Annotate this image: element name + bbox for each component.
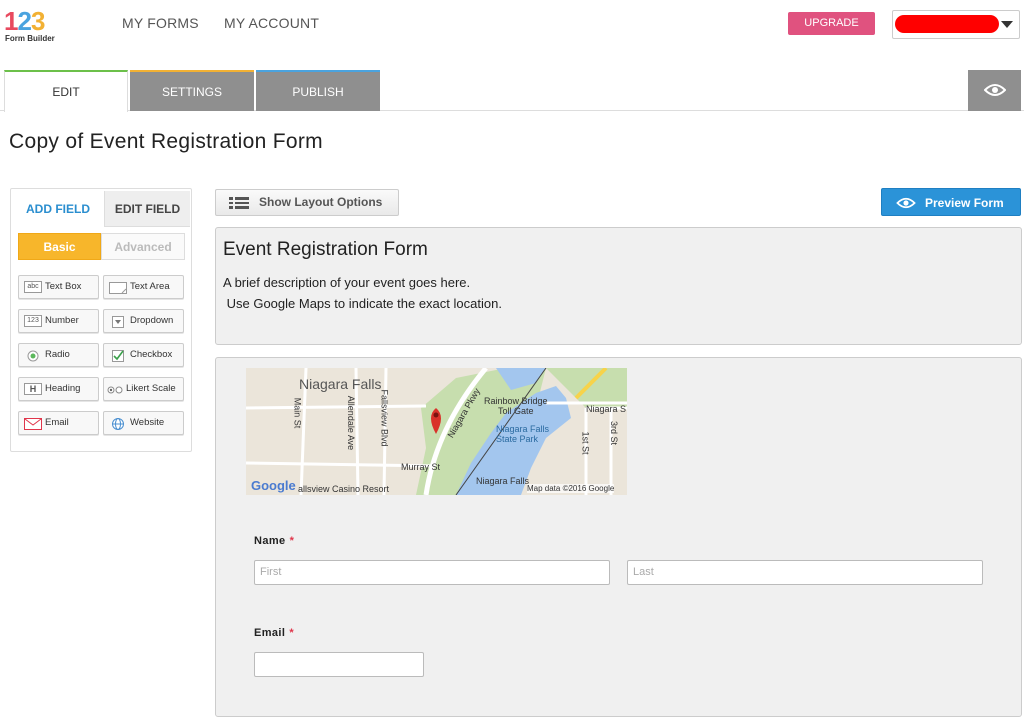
- logo-subtitle: Form Builder: [5, 34, 55, 43]
- field-panel: ADD FIELD EDIT FIELD Basic Advanced abc …: [10, 188, 192, 452]
- number-icon: 123: [24, 315, 42, 327]
- preview-form-label: Preview Form: [925, 196, 1004, 210]
- field-likert-scale[interactable]: Likert Scale: [103, 377, 184, 401]
- field-label: Text Area: [130, 281, 170, 292]
- field-label: Radio: [45, 349, 70, 360]
- radio-icon: [24, 349, 42, 362]
- show-layout-options-button[interactable]: Show Layout Options: [215, 189, 399, 216]
- layout-list-icon: [229, 197, 249, 209]
- main-tabs: EDIT SETTINGS PUBLISH: [0, 70, 1024, 112]
- globe-icon: [109, 417, 127, 430]
- field-text-box[interactable]: abc Text Box: [18, 275, 99, 299]
- field-radio[interactable]: Radio: [18, 343, 99, 367]
- account-name: [895, 15, 999, 33]
- field-label: Text Box: [45, 281, 82, 292]
- envelope-icon: [24, 417, 42, 430]
- field-label: Number: [45, 315, 79, 326]
- map-label-bridge: Rainbow Bridge Toll Gate: [484, 396, 548, 416]
- heading-icon: H: [24, 383, 42, 395]
- nav-my-forms[interactable]: MY FORMS: [122, 15, 199, 31]
- tab-add-field[interactable]: ADD FIELD: [13, 191, 103, 227]
- logo[interactable]: 123 Form Builder: [4, 6, 60, 46]
- tab-publish[interactable]: PUBLISH: [256, 70, 380, 111]
- field-website[interactable]: Website: [103, 411, 184, 435]
- map-label-niagara-s: Niagara S: [586, 404, 627, 414]
- required-mark: *: [289, 535, 295, 547]
- form-title: Event Registration Form: [223, 239, 428, 260]
- checkbox-icon: [109, 349, 127, 362]
- tab-settings[interactable]: SETTINGS: [130, 70, 254, 111]
- map-label-park: Niagara Falls State Park: [496, 424, 550, 444]
- preview-tab[interactable]: [968, 70, 1021, 111]
- field-checkbox[interactable]: Checkbox: [103, 343, 184, 367]
- map-attribution: Map data ©2016 Google: [527, 484, 615, 493]
- abc-icon: abc: [24, 281, 42, 293]
- field-email[interactable]: Email: [18, 411, 99, 435]
- nav-my-account[interactable]: MY ACCOUNT: [224, 15, 319, 31]
- google-map[interactable]: Niagara Falls Main St Allendale Ave Fall…: [246, 368, 627, 495]
- last-name-input[interactable]: Last: [627, 560, 983, 585]
- field-label: Dropdown: [130, 315, 174, 326]
- field-label: Email: [45, 417, 69, 428]
- form-description: A brief description of your event goes h…: [223, 275, 502, 311]
- first-name-input[interactable]: First: [254, 560, 610, 585]
- preview-form-button[interactable]: Preview Form: [881, 188, 1021, 216]
- map-label-murray: Murray St: [401, 462, 441, 472]
- field-number[interactable]: 123 Number: [18, 309, 99, 333]
- map-label-city: Niagara Falls: [299, 376, 382, 392]
- map-label-fallsview: Fallsview Blvd: [379, 389, 390, 447]
- field-text-area[interactable]: Text Area: [103, 275, 184, 299]
- field-label: Likert Scale: [126, 383, 176, 394]
- top-bar: 123 Form Builder MY FORMS MY ACCOUNT UPG…: [0, 0, 1024, 50]
- upgrade-button[interactable]: UPGRADE: [788, 12, 875, 35]
- map-label-casino: allsview Casino Resort: [298, 484, 390, 494]
- required-mark: *: [289, 627, 295, 639]
- field-dropdown[interactable]: Dropdown: [103, 309, 184, 333]
- likert-icon: [107, 383, 125, 395]
- logo-digit-1: 1: [4, 6, 19, 36]
- map-label-niagara-falls: Niagara Falls: [476, 476, 530, 486]
- page-title: Copy of Event Registration Form: [9, 130, 323, 153]
- name-label: Name *: [254, 535, 294, 547]
- logo-digits: 123: [4, 6, 46, 37]
- email-label-text: Email: [254, 627, 286, 639]
- email-input[interactable]: [254, 652, 424, 677]
- email-label: Email *: [254, 627, 294, 639]
- account-dropdown[interactable]: [892, 10, 1020, 39]
- logo-digit-2: 2: [17, 6, 32, 36]
- tab-edit-field[interactable]: EDIT FIELD: [104, 191, 190, 227]
- dropdown-icon: [109, 315, 127, 328]
- eye-icon: [984, 84, 1006, 96]
- field-label: Checkbox: [130, 349, 173, 360]
- field-heading[interactable]: H Heading: [18, 377, 99, 401]
- segment-basic[interactable]: Basic: [18, 233, 101, 260]
- map-label-first: 1st St: [580, 431, 591, 455]
- tab-edit[interactable]: EDIT: [4, 70, 128, 112]
- eye-icon: [896, 197, 916, 209]
- google-logo: Google: [251, 478, 296, 493]
- name-label-text: Name: [254, 535, 286, 547]
- map-label-main: Main St: [292, 397, 303, 429]
- textarea-icon: [109, 281, 127, 294]
- logo-digit-3: 3: [30, 6, 46, 36]
- map-label-third: 3rd St: [609, 420, 620, 446]
- caret-down-icon: [1001, 21, 1013, 28]
- field-label: Website: [130, 417, 165, 428]
- segment-advanced[interactable]: Advanced: [101, 233, 185, 260]
- field-label: Heading: [45, 383, 81, 394]
- form-heading-section[interactable]: Event Registration Form A brief descript…: [215, 227, 1022, 345]
- layout-options-label: Show Layout Options: [259, 195, 383, 209]
- map-label-allendale: Allendale Ave: [346, 395, 357, 451]
